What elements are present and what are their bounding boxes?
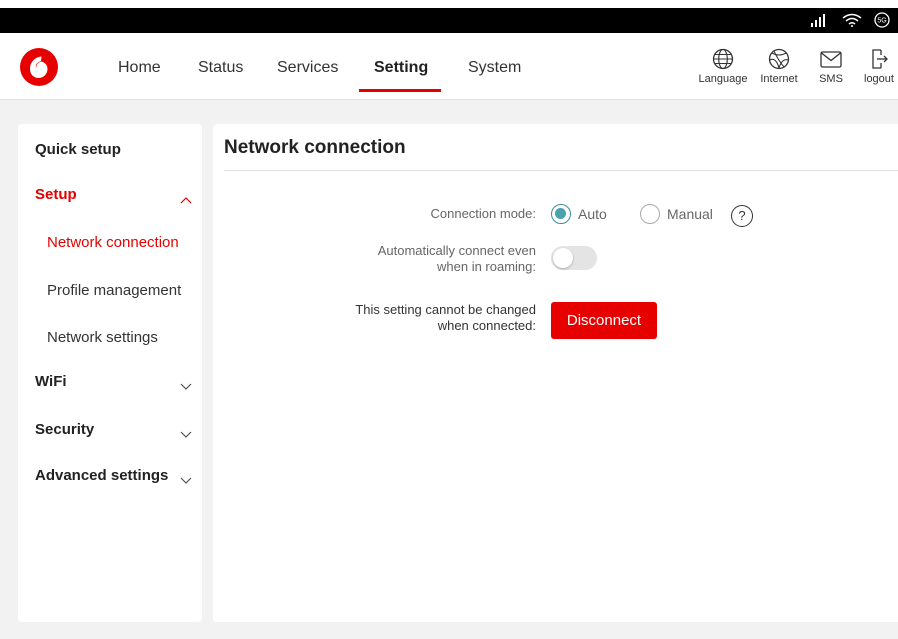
sidebar-item-security[interactable]: Security	[18, 421, 202, 438]
radio-auto[interactable]: Auto	[551, 204, 607, 224]
sidebar-item-wifi[interactable]: WiFi	[18, 373, 202, 390]
nav-home[interactable]: Home	[118, 59, 161, 77]
sidebar-item-label: Network settings	[47, 329, 158, 346]
globe-icon	[694, 48, 752, 70]
sidebar-item-profile-management[interactable]: Profile management	[18, 282, 202, 299]
radio-manual[interactable]: Manual	[640, 204, 713, 224]
sidebar-item-network-connection[interactable]: Network connection	[18, 234, 202, 251]
sidebar-item-network-settings[interactable]: Network settings	[18, 329, 202, 346]
nav-active-indicator	[359, 89, 441, 92]
logout-button[interactable]: logout	[860, 48, 898, 85]
sms-button[interactable]: SMS	[814, 48, 848, 85]
language-label: Language	[698, 73, 748, 85]
language-button[interactable]: Language	[694, 48, 752, 85]
sidebar-item-setup[interactable]: Setup	[18, 186, 202, 204]
chevron-down-icon	[180, 472, 192, 490]
status-bar: 5G	[0, 0, 898, 33]
nav-status[interactable]: Status	[198, 59, 243, 77]
nav-services[interactable]: Services	[277, 59, 338, 77]
sms-label: SMS	[819, 73, 843, 85]
chevron-down-icon	[180, 378, 192, 396]
roaming-toggle[interactable]	[551, 246, 597, 270]
status-icons: 5G	[810, 12, 890, 28]
wifi-icon	[842, 13, 862, 27]
internet-button[interactable]: Internet	[756, 48, 802, 85]
locked-label-line-2: when connected:	[437, 318, 536, 333]
internet-label: Internet	[760, 73, 798, 85]
envelope-icon	[814, 48, 848, 70]
radio-manual-label: Manual	[667, 206, 713, 222]
logout-label: logout	[864, 73, 894, 85]
sidebar-item-label: Network connection	[47, 234, 179, 251]
5g-badge-icon: 5G	[874, 12, 890, 28]
nav-system[interactable]: System	[468, 59, 521, 77]
5g-badge-text: 5G	[877, 18, 886, 25]
internet-icon	[756, 48, 802, 70]
roaming-label-line-2: when in roaming:	[437, 259, 536, 274]
sidebar-item-label: Setup	[35, 186, 77, 203]
radio-auto-indicator	[551, 204, 571, 224]
top-nav: Home Status Services Setting System Lang…	[0, 33, 898, 100]
status-bar-top-strip	[0, 0, 898, 8]
help-icon[interactable]: ?	[731, 205, 753, 227]
sidebar-item-label: Quick setup	[35, 141, 121, 158]
sidebar-item-advanced-settings[interactable]: Advanced settings	[18, 467, 202, 484]
signal-icon	[810, 13, 830, 27]
title-divider	[224, 170, 898, 171]
chevron-down-icon	[180, 426, 192, 444]
locked-label-line-1: This setting cannot be changed	[355, 302, 536, 317]
sidebar: Quick setup Setup Network connection Pro…	[18, 124, 202, 622]
radio-manual-indicator	[640, 204, 660, 224]
main-panel: Network connection Connection mode: Auto…	[213, 124, 898, 622]
logout-icon	[860, 48, 898, 70]
connection-mode-label: Connection mode:	[430, 206, 536, 221]
radio-auto-label: Auto	[578, 206, 607, 222]
sidebar-item-label: Security	[35, 421, 95, 438]
chevron-up-icon	[180, 191, 192, 209]
disconnect-button[interactable]: Disconnect	[551, 302, 657, 339]
roaming-label: Automatically connect even when in roami…	[378, 243, 536, 275]
page-title: Network connection	[224, 137, 406, 158]
nav-setting[interactable]: Setting	[374, 59, 428, 77]
sidebar-item-label: WiFi	[35, 373, 67, 390]
sidebar-item-label: Profile management	[47, 282, 182, 299]
sidebar-item-quick-setup[interactable]: Quick setup	[18, 141, 202, 158]
locked-setting-label: This setting cannot be changed when conn…	[355, 302, 536, 334]
vodafone-logo[interactable]	[20, 48, 58, 86]
toggle-knob	[553, 248, 573, 268]
sidebar-item-label: Advanced settings	[35, 467, 169, 484]
roaming-label-line-1: Automatically connect even	[377, 243, 536, 258]
